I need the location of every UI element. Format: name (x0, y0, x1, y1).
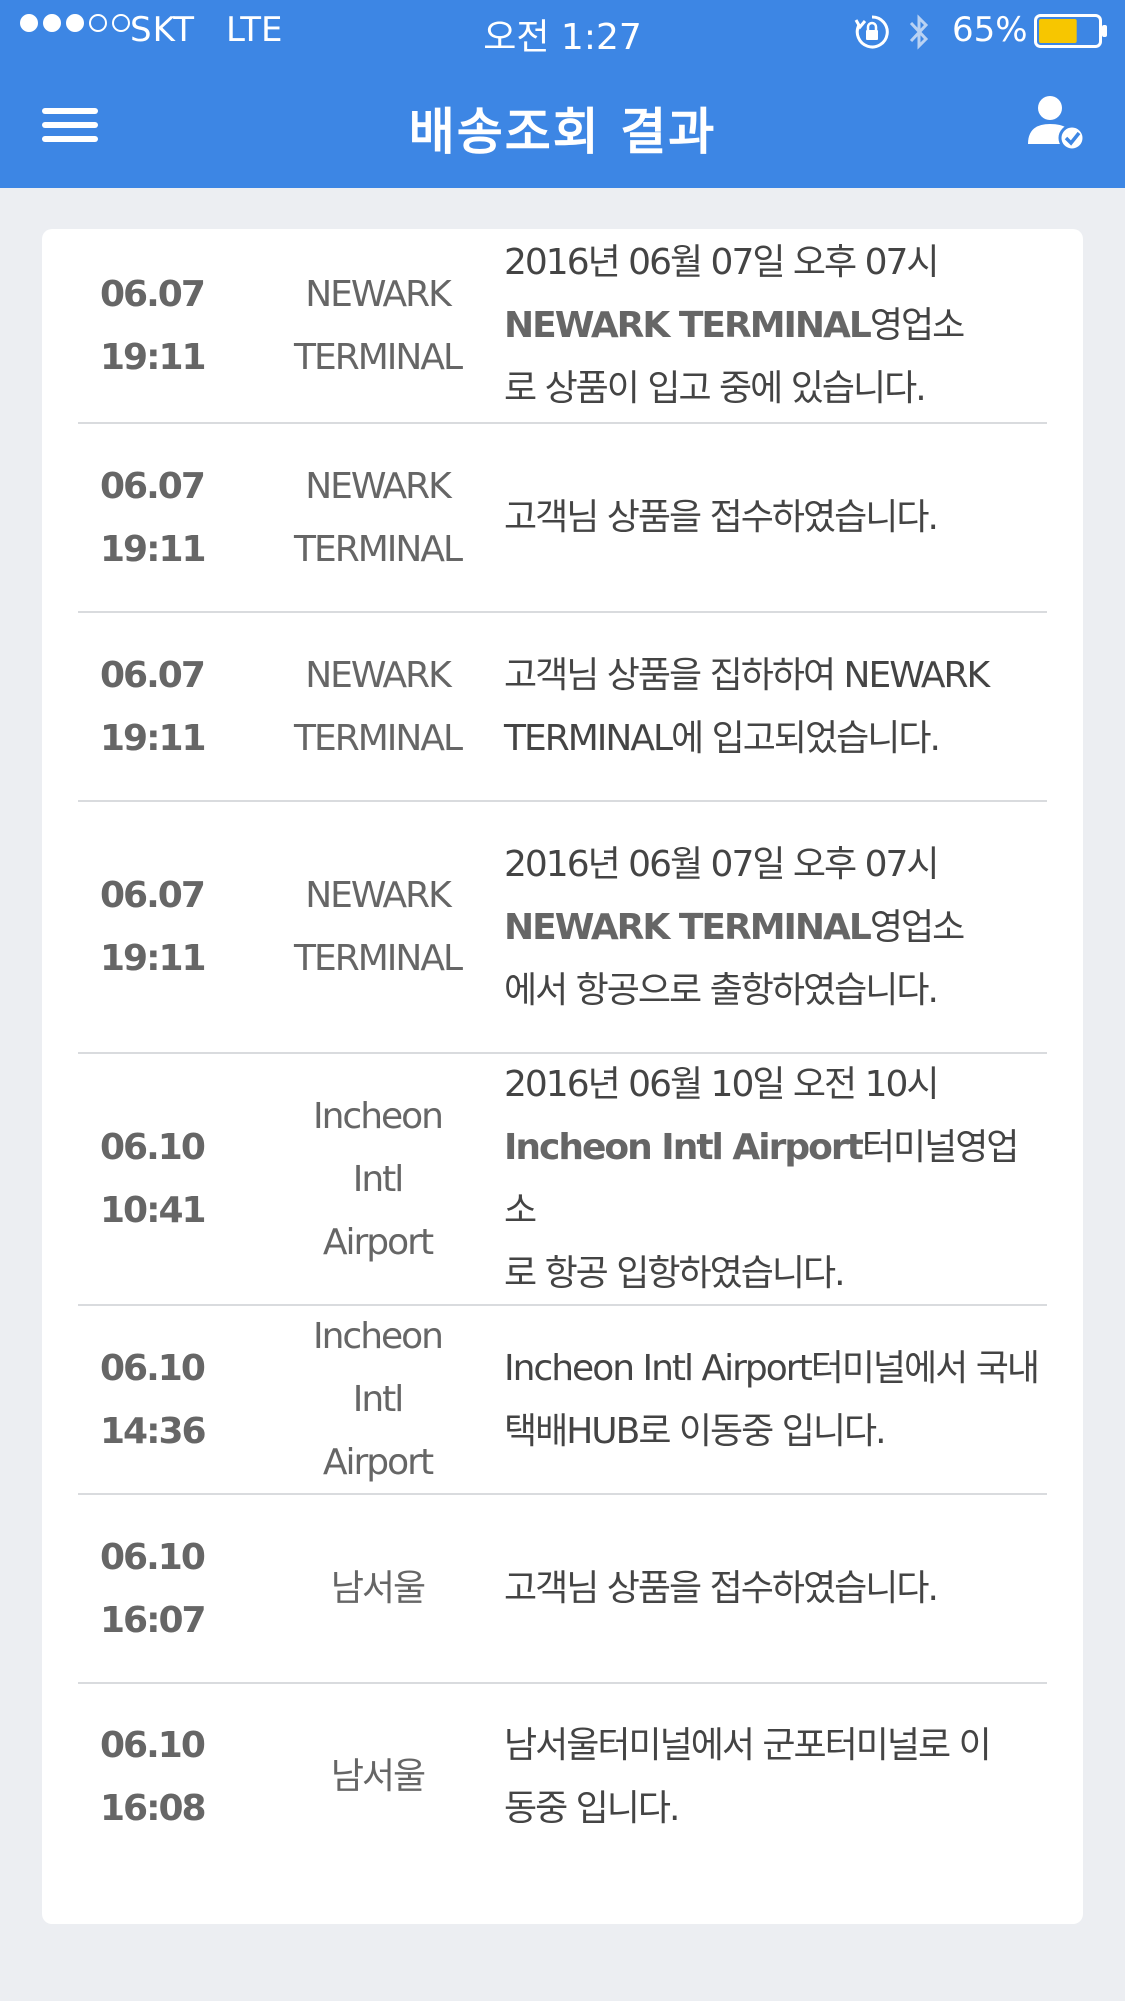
row-time: 16:07 (100, 1599, 207, 1641)
nav-bar: 배송조회 결과 (0, 62, 1125, 188)
row-location-line: NEWARK (305, 273, 452, 315)
row-location: NEWARK TERMINAL (285, 455, 470, 581)
battery-icon (1034, 14, 1107, 48)
row-location-line: Incheon Intl (312, 1316, 444, 1420)
row-time: 19:11 (100, 528, 207, 570)
row-description-line: 로 상품이 입고 중에 있습니다. (504, 368, 927, 409)
row-location: 남서울 (285, 1557, 470, 1620)
location-name: NEWARK TERMINAL (504, 906, 872, 948)
row-location-line: Incheon Intl (312, 1095, 444, 1200)
row-description-line: 2016년 06월 07일 오후 07시 (504, 843, 940, 885)
tracking-row: 06.10 16:07 남서울 고객님 상품을 접수하였습니다. (78, 1495, 1047, 1684)
row-location: Incheon Intl Airport (285, 1085, 470, 1274)
user-verified-icon[interactable] (1026, 92, 1088, 154)
row-datetime: 06.10 16:08 (78, 1714, 285, 1840)
row-datetime: 06.10 10:41 (78, 1116, 285, 1242)
row-description: 남서울터미널에서 군포터미널로 이동중 입니다. (470, 1714, 1047, 1840)
row-location: NEWARK TERMINAL (285, 263, 470, 389)
battery-percentage: 65% (952, 10, 1028, 50)
tracking-result-list: 06.07 19:11 NEWARK TERMINAL 2016년 06월 07일 오후… (42, 229, 1083, 1924)
tracking-row: 06.07 19:11 NEWARK TERMINAL 고객님 상품을 접수하였습니다. (78, 424, 1047, 613)
tracking-row: 06.07 19:11 NEWARK TERMINAL 고객님 상품을 집하하여 NEW… (78, 613, 1047, 802)
row-location-line: Airport (322, 1221, 434, 1263)
row-description-line: 택배HUB로 이동중 입니다. (504, 1410, 887, 1452)
location-name: NEWARK TERMINAL (504, 305, 872, 346)
row-location: Incheon Intl Airport (285, 1305, 470, 1494)
row-location-line: TERMINAL (293, 717, 463, 759)
row-datetime: 06.07 19:11 (78, 644, 285, 770)
row-time: 19:11 (100, 938, 207, 979)
row-location: NEWARK TERMINAL (285, 864, 470, 990)
tracking-row: 06.10 10:41 Incheon Intl Airport 2016년 06월 1… (78, 1054, 1047, 1306)
row-description-line: NEWARK TERMINAL영업소 (504, 305, 965, 346)
row-datetime: 06.07 19:11 (78, 263, 285, 389)
row-description-line: NEWARK TERMINAL영업소 (504, 906, 965, 948)
tracking-row: 06.07 19:11 NEWARK TERMINAL 2016년 06월 07일 오후… (78, 802, 1047, 1054)
row-location: 남서울 (285, 1745, 470, 1808)
row-location-line: TERMINAL (293, 938, 463, 979)
row-date: 06.07 (100, 875, 206, 916)
row-location-line: Airport (322, 1442, 434, 1483)
row-description-line: 고객님 상품을 접수하였습니다. (504, 497, 939, 538)
row-datetime: 06.10 14:36 (78, 1337, 285, 1463)
tracking-row: 06.07 19:11 NEWARK TERMINAL 2016년 06월 07일 오후… (78, 229, 1047, 424)
row-location-line: TERMINAL (293, 528, 463, 570)
bluetooth-icon (909, 14, 929, 50)
row-description-line: 남서울터미널에서 군포터미널로 이 (504, 1724, 992, 1766)
row-description-line: 에서 항공으로 출항하였습니다. (504, 969, 939, 1011)
row-datetime: 06.07 19:11 (78, 455, 285, 581)
row-description-line: TERMINAL에 입고되었습니다. (504, 717, 941, 759)
row-description-line: 동중 입니다. (504, 1787, 681, 1829)
row-location-line: NEWARK (305, 875, 452, 916)
tracking-row: 06.10 16:08 남서울 남서울터미널에서 군포터미널로 이동중 입니다. (78, 1684, 1047, 1869)
row-description: 고객님 상품을 접수하였습니다. (470, 486, 1047, 549)
row-location-line: 남서울 (330, 1756, 426, 1797)
row-date: 06.10 (100, 1536, 206, 1578)
row-location-line: 남서울 (330, 1568, 426, 1609)
row-date: 06.07 (100, 654, 206, 696)
row-time: 16:08 (100, 1787, 207, 1829)
row-time: 10:41 (100, 1190, 207, 1231)
tracking-row: 06.10 14:36 Incheon Intl Airport Incheon Int… (78, 1306, 1047, 1495)
row-date: 06.07 (100, 273, 206, 315)
row-description: 2016년 06월 07일 오후 07시 NEWARK TERMINAL영업소에서… (470, 833, 1047, 1022)
row-date: 06.10 (100, 1127, 206, 1168)
row-description: 2016년 06월 07일 오후 07시 NEWARK TERMINAL영업소로 … (470, 231, 1047, 420)
row-date: 06.10 (100, 1724, 206, 1766)
status-bar: SKT LTE 오전 1:27 65% (0, 0, 1125, 62)
row-location: NEWARK TERMINAL (285, 644, 470, 770)
row-description-line: 로 항공 입항하였습니다. (504, 1253, 846, 1294)
row-date: 06.10 (100, 1347, 206, 1389)
location-name: Incheon Intl Airport (504, 1127, 864, 1168)
row-description-line: 2016년 06월 07일 오후 07시 (504, 242, 940, 283)
row-datetime: 06.10 16:07 (78, 1526, 285, 1652)
row-description-line: 고객님 상품을 접수하였습니다. (504, 1568, 939, 1609)
row-description-line: Incheon Intl Airport터미널영업소 (504, 1127, 1019, 1231)
row-time: 19:11 (100, 336, 207, 378)
row-time: 14:36 (100, 1410, 207, 1452)
page-title: 배송조회 결과 (408, 103, 717, 161)
row-location-line: TERMINAL (293, 336, 463, 378)
row-description-line: 2016년 06월 10일 오전 10시 (504, 1064, 940, 1105)
row-description: 고객님 상품을 접수하였습니다. (470, 1557, 1047, 1620)
row-description: 고객님 상품을 집하하여 NEWARK TERMINAL에 입고되었습니다. (470, 644, 1047, 770)
row-description: 2016년 06월 10일 오전 10시 Incheon Intl Airport… (470, 1053, 1047, 1305)
row-datetime: 06.07 19:11 (78, 864, 285, 990)
row-location-line: NEWARK (305, 465, 452, 507)
rotation-lock-icon (854, 15, 889, 49)
row-description-line: Incheon Intl Airport터미널에서 국내 (504, 1347, 1040, 1389)
row-date: 06.07 (100, 465, 206, 507)
row-description: Incheon Intl Airport터미널에서 국내택배HUB로 이동중 입… (470, 1337, 1047, 1463)
row-time: 19:11 (100, 717, 207, 759)
row-location-line: NEWARK (305, 654, 452, 696)
row-description-line: 고객님 상품을 집하하여 NEWARK (504, 654, 990, 696)
